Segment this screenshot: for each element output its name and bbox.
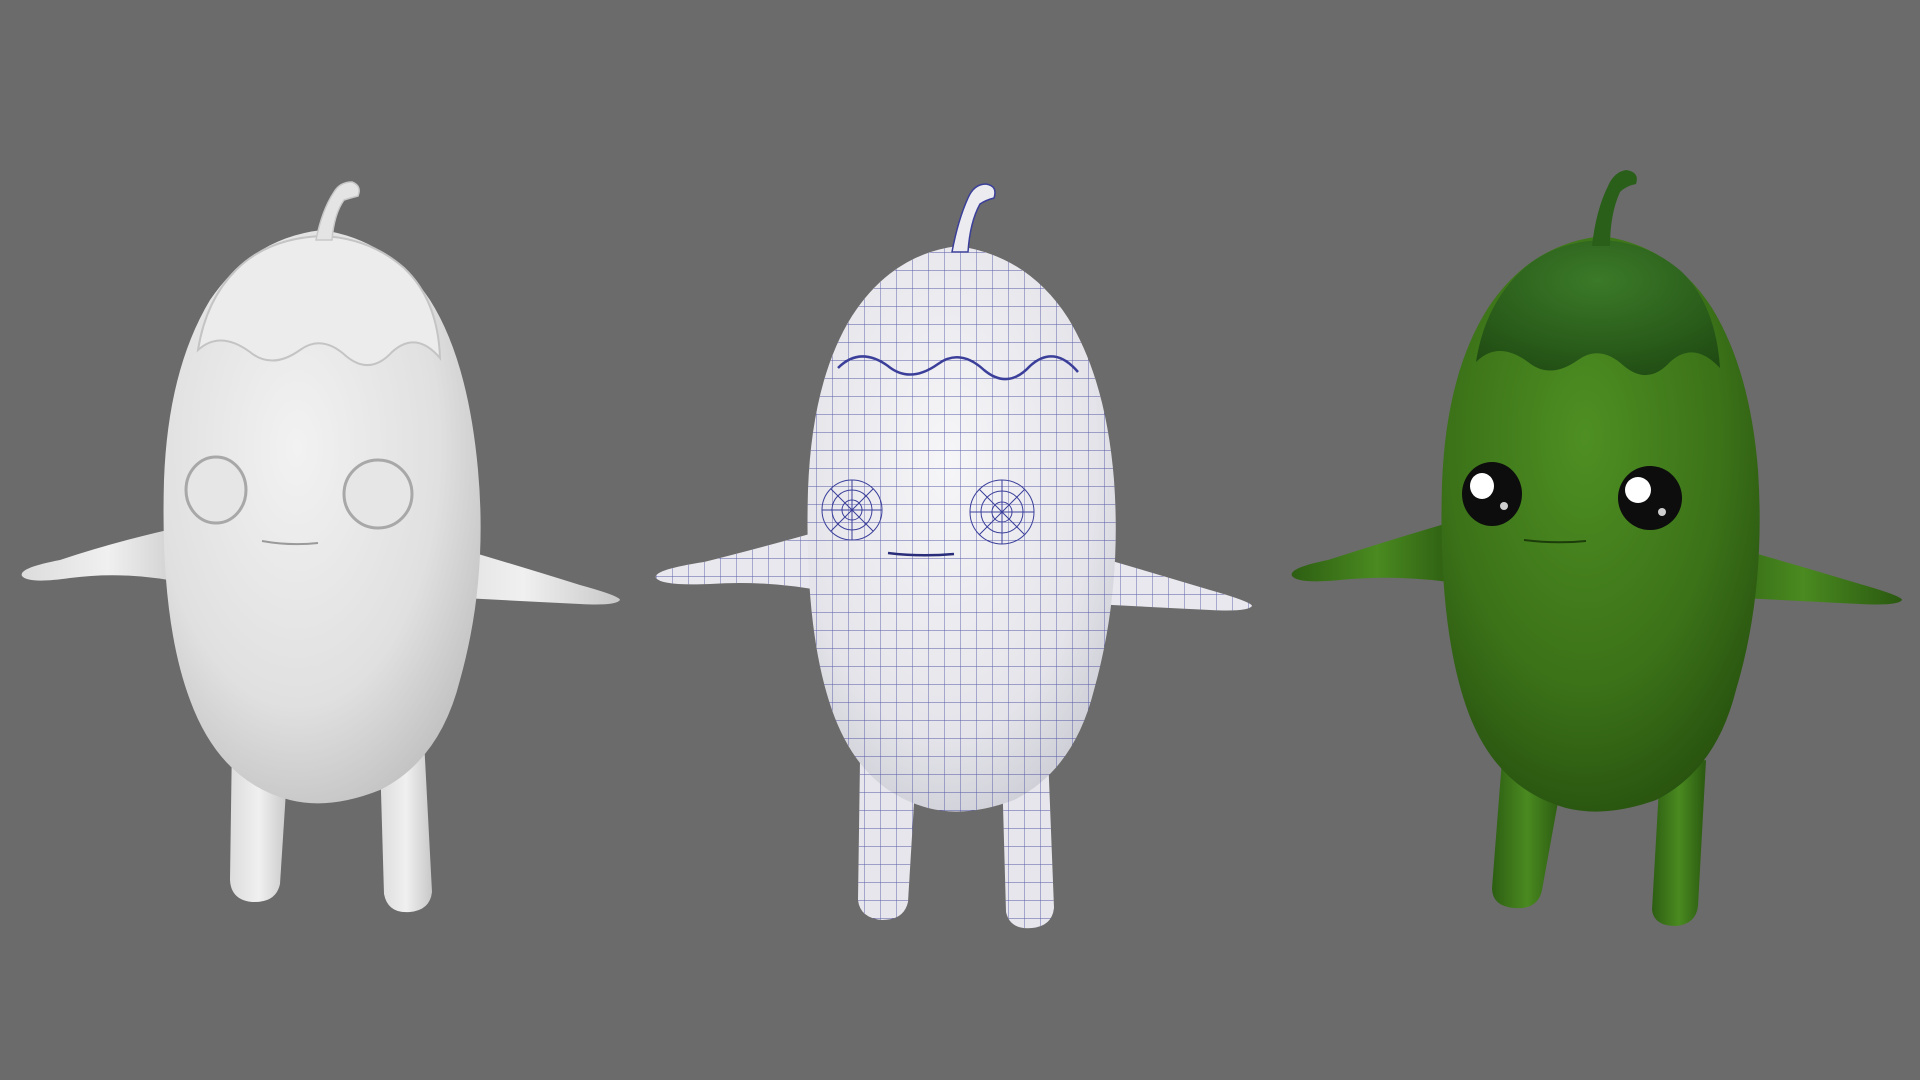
clay-stem (315, 181, 360, 241)
wireframe-model-drawing (655, 183, 1252, 929)
clay-render-model (0, 0, 640, 1080)
textured-model-drawing (1291, 170, 1902, 926)
viewport-background (0, 0, 1920, 1080)
wire-right-eye-mesh (969, 479, 1035, 545)
wire-left-eye-mesh (821, 479, 883, 541)
textured-render-model (1280, 0, 1920, 1080)
textured-left-arm (1291, 520, 1462, 584)
clay-model-drawing (21, 181, 620, 913)
wire-mesh-overlay (655, 246, 1252, 929)
clay-left-eye-socket (184, 455, 248, 525)
wireframe-render-model (640, 0, 1280, 1080)
textured-stem (1592, 170, 1637, 246)
textured-right-eye (1618, 466, 1682, 530)
wire-stem (951, 183, 996, 253)
clay-right-eye-socket (342, 458, 414, 530)
textured-left-eye (1462, 462, 1522, 526)
